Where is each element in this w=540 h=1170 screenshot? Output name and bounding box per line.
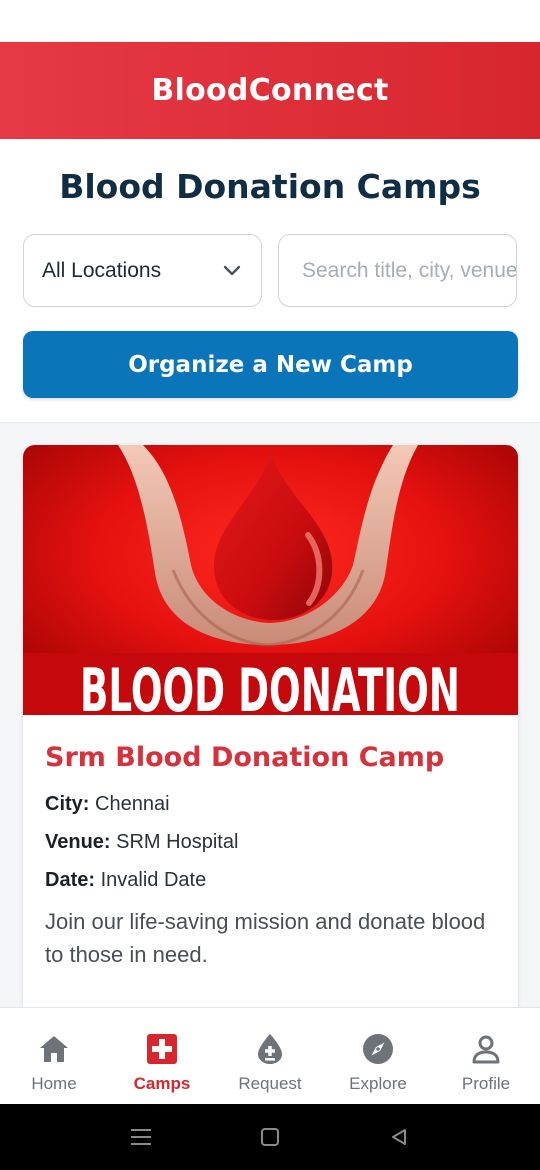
blood-donation-image: BLOOD DONATION bbox=[23, 445, 518, 715]
city-value: Chennai bbox=[95, 793, 170, 815]
venue-label: Venue: bbox=[45, 831, 111, 853]
image-banner-text: BLOOD DONATION bbox=[80, 656, 460, 715]
blood-drop-plus-icon bbox=[253, 1032, 287, 1066]
nav-label-request: Request bbox=[238, 1074, 302, 1093]
system-navigation-bar bbox=[0, 1104, 540, 1170]
search-input[interactable] bbox=[302, 258, 516, 283]
home-icon bbox=[37, 1032, 71, 1066]
camp-date-row: Date: Invalid Date bbox=[45, 869, 206, 892]
nav-label-home: Home bbox=[31, 1074, 77, 1093]
nav-item-profile[interactable]: Profile bbox=[432, 1008, 540, 1104]
camp-venue-row: Venue: SRM Hospital bbox=[45, 831, 238, 854]
nav-item-home[interactable]: Home bbox=[0, 1008, 108, 1104]
user-icon bbox=[469, 1032, 503, 1066]
home-square-icon[interactable] bbox=[255, 1122, 285, 1152]
nav-item-camps[interactable]: Camps bbox=[108, 1008, 216, 1104]
date-label: Date: bbox=[45, 869, 96, 891]
compass-icon bbox=[361, 1032, 395, 1066]
camp-title: Srm Blood Donation Camp bbox=[45, 742, 445, 773]
camp-list: BLOOD DONATION Srm Blood Donation Camp C… bbox=[0, 423, 540, 1007]
location-dropdown[interactable]: All Locations bbox=[23, 234, 262, 307]
page-title: Blood Donation Camps bbox=[59, 167, 481, 206]
date-value: Invalid Date bbox=[100, 869, 207, 891]
camp-card[interactable]: BLOOD DONATION Srm Blood Donation Camp C… bbox=[23, 445, 518, 1007]
camp-description: Join our life-saving mission and donate … bbox=[45, 909, 486, 967]
nav-label-camps: Camps bbox=[133, 1074, 191, 1093]
city-label: City: bbox=[45, 793, 90, 815]
nav-item-explore[interactable]: Explore bbox=[324, 1008, 432, 1104]
filter-panel: Blood Donation Camps All Locations Organ… bbox=[0, 139, 540, 423]
nav-label-explore: Explore bbox=[349, 1074, 407, 1093]
organize-camp-button[interactable]: Organize a New Camp bbox=[23, 331, 518, 398]
medical-cross-icon bbox=[145, 1032, 179, 1066]
nav-label-profile: Profile bbox=[461, 1074, 511, 1093]
location-dropdown-value: All Locations bbox=[42, 258, 162, 282]
chevron-down-icon bbox=[221, 260, 243, 282]
app-title: BloodConnect bbox=[151, 73, 389, 108]
camp-city-row: City: Chennai bbox=[45, 793, 170, 816]
venue-value: SRM Hospital bbox=[116, 831, 239, 853]
nav-item-request[interactable]: Request bbox=[216, 1008, 324, 1104]
search-field[interactable] bbox=[278, 234, 517, 307]
menu-icon[interactable] bbox=[126, 1122, 156, 1152]
status-bar bbox=[0, 0, 540, 42]
app-header: BloodConnect bbox=[0, 42, 540, 139]
back-triangle-icon[interactable] bbox=[384, 1122, 414, 1152]
bottom-navigation: Home Camps Request Explore Profile bbox=[0, 1007, 540, 1104]
